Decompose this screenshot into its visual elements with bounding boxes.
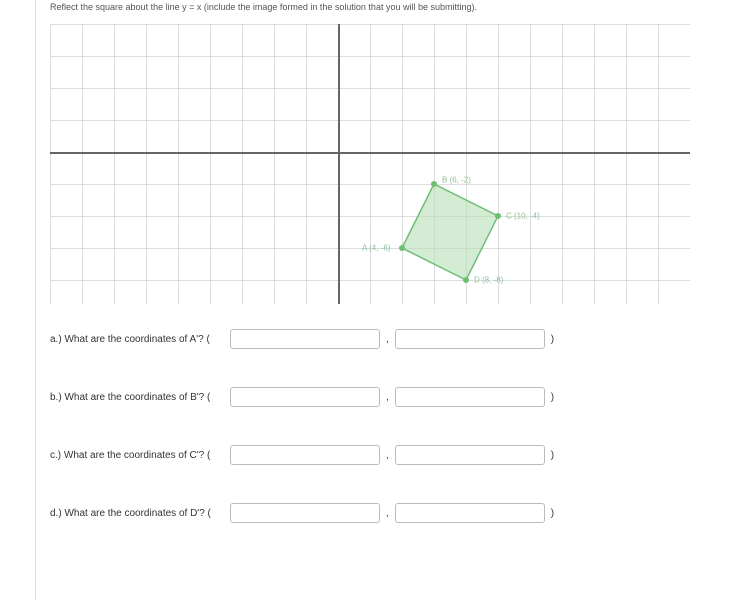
input-c-y[interactable] — [395, 445, 545, 465]
close-paren: ) — [551, 334, 554, 345]
point-a — [399, 245, 405, 251]
label-c: C (10, -4) — [506, 212, 540, 221]
question-d-row: d.) What are the coordinates of D'? ( , … — [50, 503, 750, 523]
question-c-row: c.) What are the coordinates of C'? ( , … — [50, 445, 750, 465]
instruction-text: Reflect the square about the line y = x … — [50, 0, 750, 24]
input-d-y[interactable] — [395, 503, 545, 523]
question-a-row: a.) What are the coordinates of A'? ( , … — [50, 329, 750, 349]
point-b — [431, 181, 437, 187]
close-paren: ) — [551, 508, 554, 519]
question-b-row: b.) What are the coordinates of B'? ( , … — [50, 387, 750, 407]
comma: , — [386, 450, 389, 461]
comma: , — [386, 392, 389, 403]
close-paren: ) — [551, 392, 554, 403]
point-d — [463, 277, 469, 283]
label-a: A (4, -6) — [362, 244, 390, 253]
question-a-label: a.) What are the coordinates of A'? ( — [50, 334, 230, 345]
close-paren: ) — [551, 450, 554, 461]
input-b-y[interactable] — [395, 387, 545, 407]
comma: , — [386, 334, 389, 345]
question-b-label: b.) What are the coordinates of B'? ( — [50, 392, 230, 403]
square-shape — [50, 24, 690, 304]
point-c — [495, 213, 501, 219]
input-a-y[interactable] — [395, 329, 545, 349]
question-c-label: c.) What are the coordinates of C'? ( — [50, 450, 230, 461]
label-b: B (6, -2) — [442, 176, 471, 185]
question-d-label: d.) What are the coordinates of D'? ( — [50, 508, 230, 519]
comma: , — [386, 508, 389, 519]
coordinate-grid: A (4, -6) B (6, -2) C (10, -4) D (8, -8) — [50, 24, 690, 304]
left-divider — [35, 0, 36, 600]
input-d-x[interactable] — [230, 503, 380, 523]
input-b-x[interactable] — [230, 387, 380, 407]
input-c-x[interactable] — [230, 445, 380, 465]
label-d: D (8, -8) — [474, 276, 503, 285]
input-a-x[interactable] — [230, 329, 380, 349]
